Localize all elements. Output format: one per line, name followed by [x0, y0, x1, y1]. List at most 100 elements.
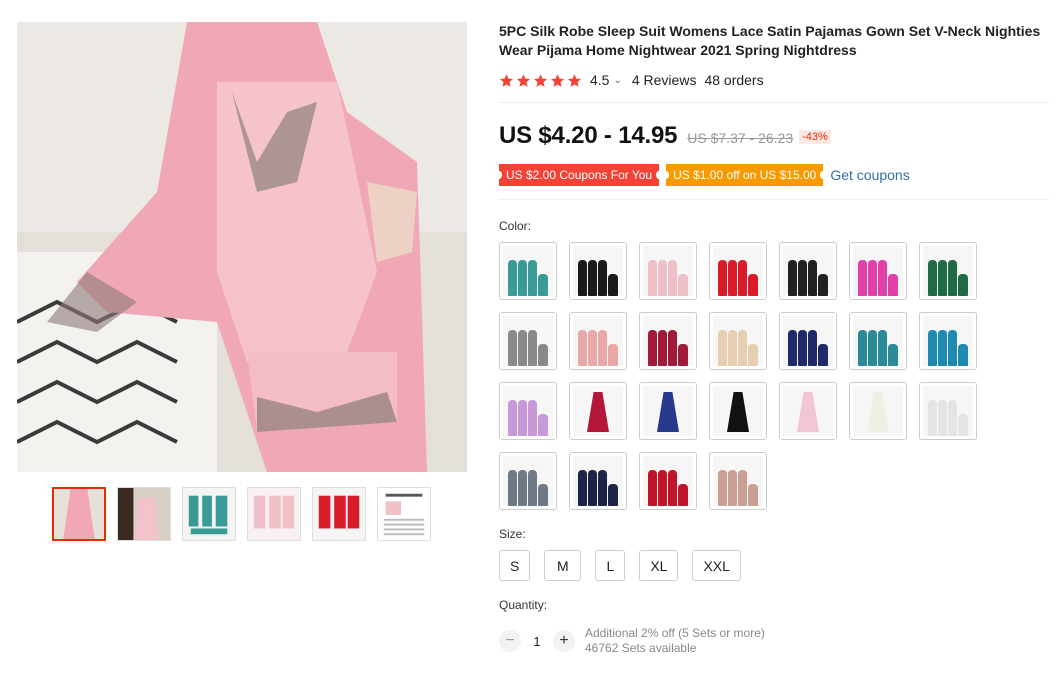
- thumbnail-4[interactable]: [247, 487, 301, 541]
- swatch-piece: [528, 400, 537, 436]
- swatch-piece: [858, 330, 867, 366]
- swatch-piece: [928, 260, 937, 296]
- swatch-piece: [958, 344, 968, 366]
- quantity-increase-button[interactable]: +: [553, 630, 575, 652]
- size-option-m[interactable]: M: [544, 550, 582, 581]
- color-swatch-nude-robe-set[interactable]: [709, 452, 767, 510]
- rating-row: 4.5 ⌄ 4 Reviews 48 orders: [499, 71, 1051, 89]
- color-swatch-grey-set[interactable]: [499, 312, 557, 370]
- swatch-image: [573, 246, 623, 296]
- color-swatch-black-set[interactable]: [569, 242, 627, 300]
- quantity-decrease-button[interactable]: −: [499, 630, 521, 652]
- reviews-link[interactable]: 4 Reviews: [632, 72, 697, 88]
- swatch-piece: [528, 260, 537, 296]
- swatch-image: [713, 386, 763, 436]
- color-swatch-white-set[interactable]: [919, 382, 977, 440]
- swatch-image: [923, 386, 973, 436]
- swatch-piece: [588, 470, 597, 506]
- swatch-piece: [578, 260, 587, 296]
- swatch-piece: [578, 470, 587, 506]
- swatch-image: [573, 386, 623, 436]
- coupon-store[interactable]: US $2.00 Coupons For You: [495, 164, 663, 186]
- swatch-piece: [668, 470, 677, 506]
- swatch-image: [503, 386, 553, 436]
- thumbnail-2[interactable]: [117, 487, 171, 541]
- swatch-piece: [648, 260, 657, 296]
- swatch-piece: [888, 344, 898, 366]
- chevron-down-icon[interactable]: ⌄: [613, 75, 621, 86]
- thumbnail-6-size-chart[interactable]: [377, 487, 431, 541]
- color-swatch-navy-robe-set[interactable]: [569, 452, 627, 510]
- color-swatch-grid: [499, 242, 977, 510]
- swatch-piece: [678, 484, 688, 506]
- color-swatch-teal-set-2[interactable]: [849, 312, 907, 370]
- swatch-dress: [797, 392, 819, 432]
- bulk-discount-text: Additional 2% off (5 Sets or more): [585, 626, 765, 640]
- swatch-piece: [538, 274, 548, 296]
- swatch-image: [783, 316, 833, 366]
- color-swatch-red-robe-set[interactable]: [639, 452, 697, 510]
- color-swatch-red-set[interactable]: [709, 242, 767, 300]
- swatch-image: [643, 316, 693, 366]
- color-swatch-magenta-set[interactable]: [849, 242, 907, 300]
- color-swatch-wine-set[interactable]: [639, 312, 697, 370]
- color-swatch-pink-set[interactable]: [639, 242, 697, 300]
- swatch-image: [713, 456, 763, 506]
- swatch-piece: [508, 330, 517, 366]
- swatch-piece: [658, 330, 667, 366]
- swatch-piece: [658, 260, 667, 296]
- swatch-piece: [608, 274, 618, 296]
- swatch-image: [783, 386, 833, 436]
- size-option-xl[interactable]: XL: [639, 550, 679, 581]
- color-swatch-teal-set[interactable]: [499, 242, 557, 300]
- color-swatch-pink-lace-set[interactable]: [569, 312, 627, 370]
- thumbnail-3[interactable]: [182, 487, 236, 541]
- color-swatch-black-set-2[interactable]: [779, 242, 837, 300]
- main-product-image[interactable]: [17, 22, 467, 472]
- star-icon: [499, 73, 514, 87]
- color-swatch-black-dress[interactable]: [709, 382, 767, 440]
- size-option-s[interactable]: S: [499, 550, 531, 581]
- product-title: 5PC Silk Robe Sleep Suit Womens Lace Sat…: [499, 23, 1041, 58]
- swatch-piece: [798, 260, 807, 296]
- discount-badge: -43%: [799, 130, 831, 144]
- color-swatch-navy-dress[interactable]: [639, 382, 697, 440]
- size-label: Size:: [499, 527, 526, 541]
- rating-value[interactable]: 4.5: [590, 72, 609, 88]
- swatch-piece: [748, 484, 758, 506]
- thumbnail-5[interactable]: [312, 487, 366, 541]
- swatch-piece: [658, 470, 667, 506]
- swatch-image: [923, 316, 973, 366]
- color-swatch-pink-dress[interactable]: [779, 382, 837, 440]
- swatch-piece: [798, 330, 807, 366]
- star-icon: [516, 73, 531, 87]
- color-swatch-wine-dress[interactable]: [569, 382, 627, 440]
- divider: [499, 199, 1049, 200]
- color-swatch-grey-robe-set[interactable]: [499, 452, 557, 510]
- swatch-piece: [648, 330, 657, 366]
- color-swatch-lilac-set[interactable]: [499, 382, 557, 440]
- size-option-xxl[interactable]: XXL: [692, 550, 741, 581]
- swatch-piece: [718, 470, 727, 506]
- color-swatch-white-dress[interactable]: [849, 382, 907, 440]
- swatch-piece: [938, 260, 947, 296]
- swatch-piece: [678, 344, 688, 366]
- color-swatch-green-set[interactable]: [919, 242, 977, 300]
- coupon-select[interactable]: US $1.00 off on US $15.00: [663, 164, 827, 186]
- swatch-piece: [858, 260, 867, 296]
- swatch-piece: [878, 330, 887, 366]
- swatch-piece: [668, 330, 677, 366]
- color-swatch-navy-set[interactable]: [779, 312, 837, 370]
- get-coupons-link[interactable]: Get coupons: [830, 167, 909, 183]
- color-swatch-blue-set[interactable]: [919, 312, 977, 370]
- quantity-value[interactable]: 1: [521, 634, 553, 649]
- current-price: US $4.20 - 14.95: [499, 122, 678, 149]
- swatch-dress: [867, 392, 889, 432]
- swatch-dress: [727, 392, 749, 432]
- swatch-piece: [958, 274, 968, 296]
- swatch-piece: [928, 330, 937, 366]
- swatch-piece: [648, 470, 657, 506]
- size-option-l[interactable]: L: [595, 550, 626, 581]
- color-swatch-champagne-set[interactable]: [709, 312, 767, 370]
- thumbnail-1[interactable]: [52, 487, 106, 541]
